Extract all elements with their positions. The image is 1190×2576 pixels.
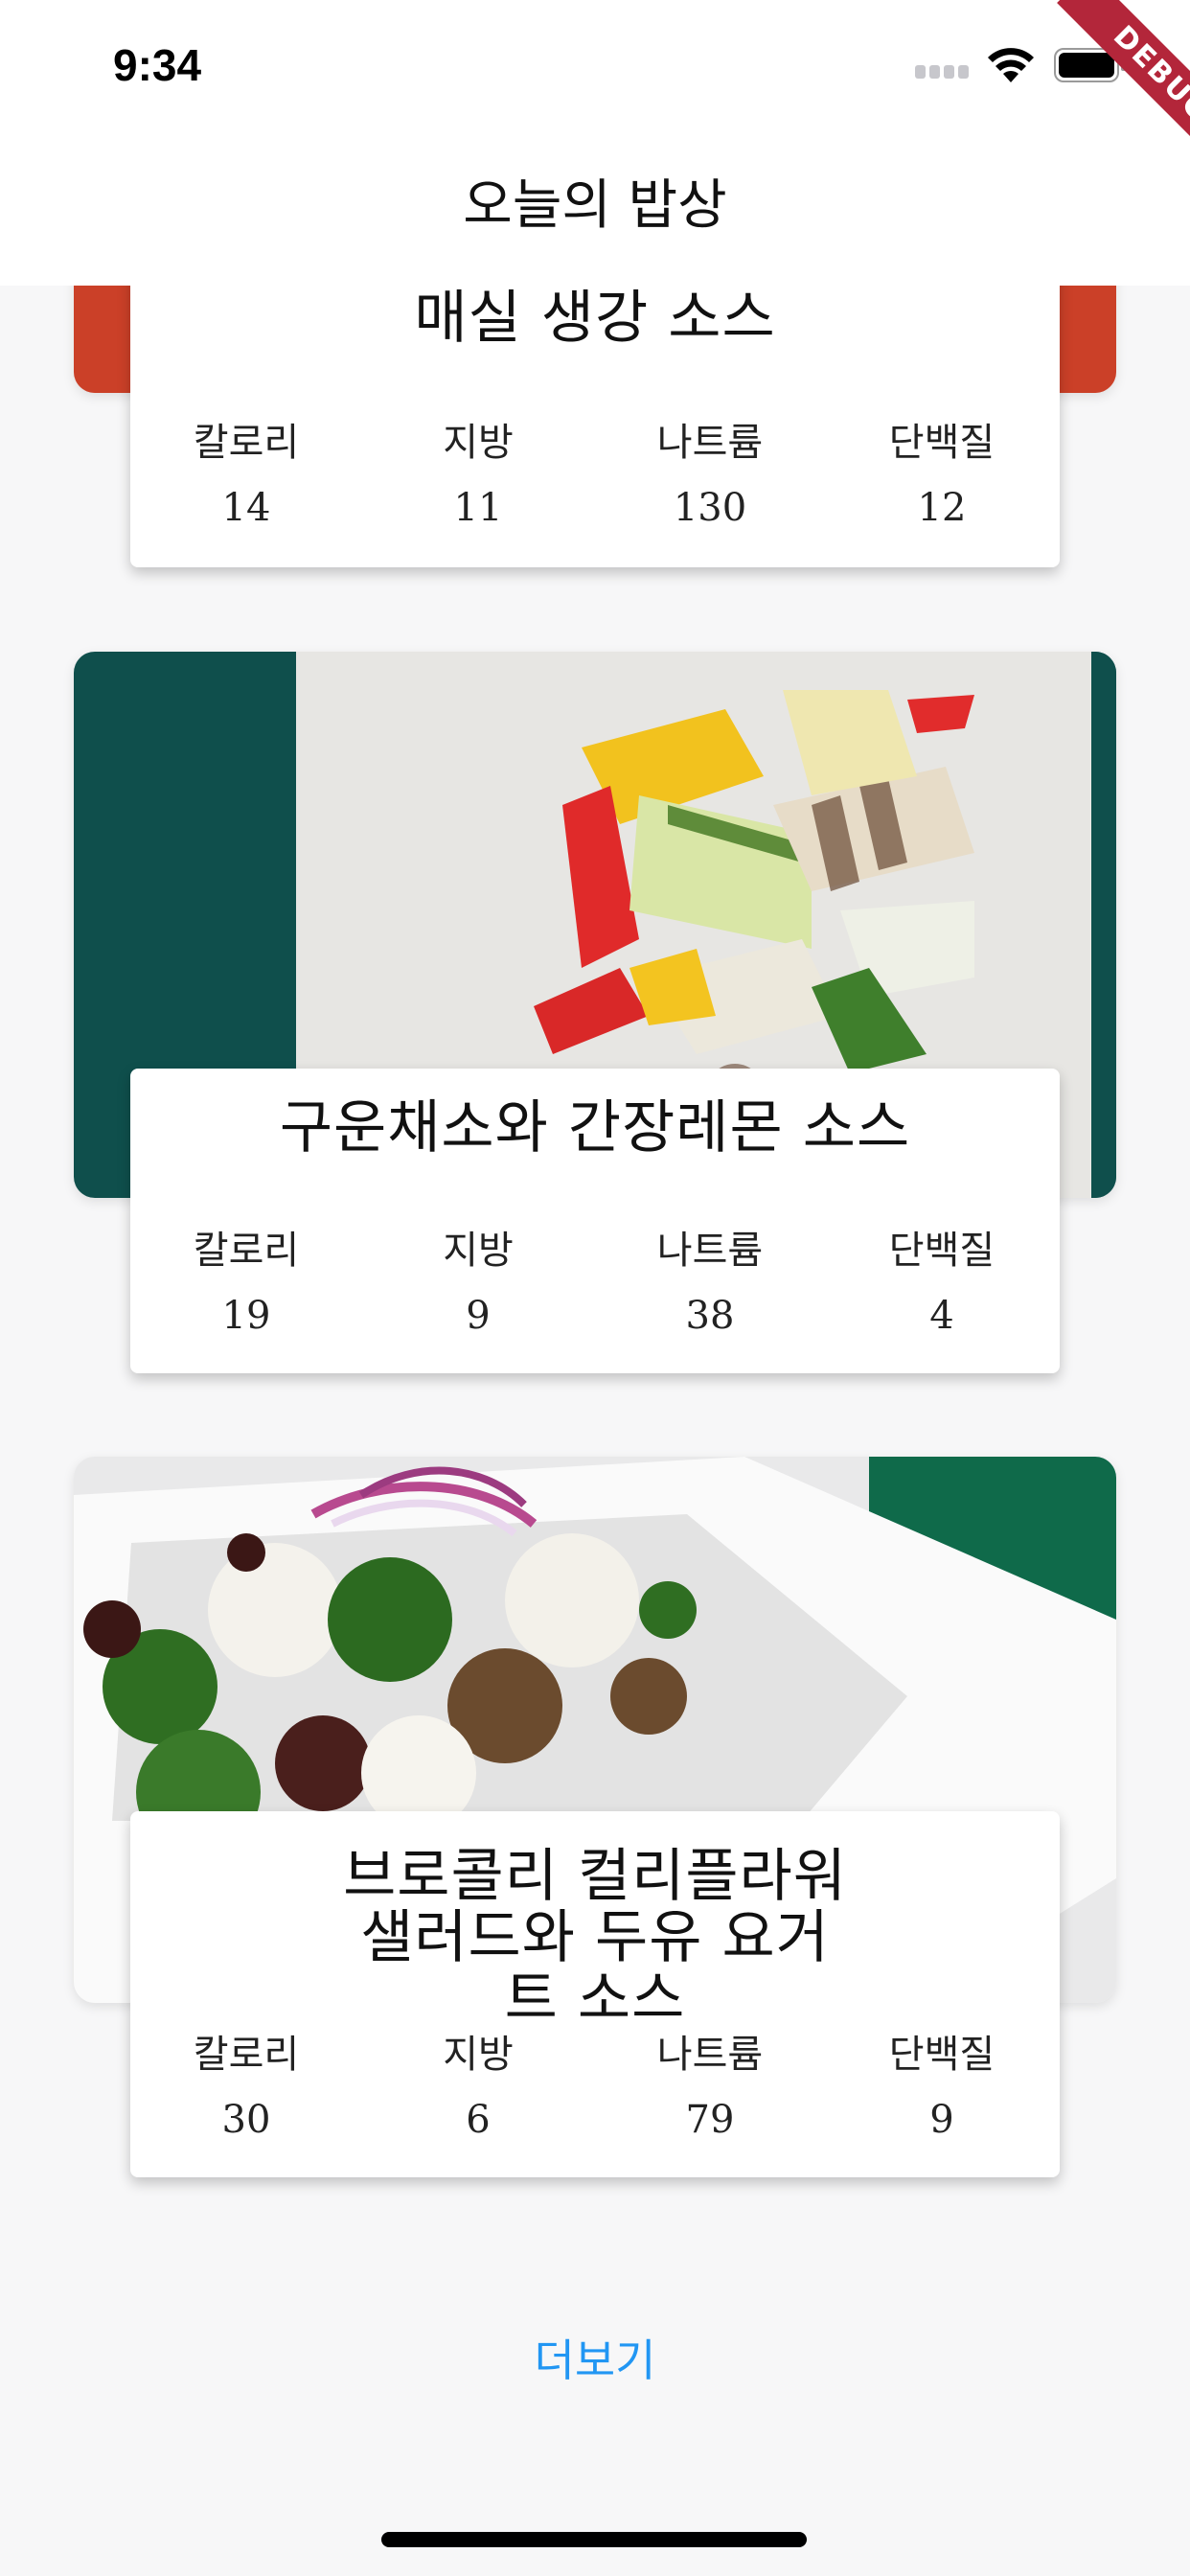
home-indicator[interactable]	[381, 2532, 807, 2547]
recipe-title: 브로콜리 컬리플라워 샐러드와 두유 요거트 소스	[343, 1843, 847, 2033]
more-button[interactable]: 더보기	[499, 2324, 691, 2397]
recipe-list[interactable]: 매실 생강 소스 칼로리 14 지방 11 나트륨 130 단백질 12 구운채…	[0, 0, 1190, 2576]
nutrient-value: 12	[917, 486, 967, 530]
page-title: 오늘의 밥상	[463, 174, 727, 237]
recipe-item[interactable]: 브로콜리 컬리플라워 샐러드와 두유 요거트 소스 칼로리 30 지방 6 나트…	[0, 1457, 1190, 2415]
nutrient-calories: 칼로리 14	[150, 422, 342, 529]
nutrient-fat: 지방 6	[382, 2034, 574, 2141]
nutrient-value: 130	[673, 486, 747, 530]
nutrient-label: 나트륨	[656, 2033, 764, 2077]
nutrient-fat: 지방 9	[382, 1230, 574, 1337]
signal-icon	[915, 65, 969, 79]
nutrient-fat: 지방 11	[382, 422, 574, 529]
nutrient-label: 지방	[443, 1229, 514, 1273]
nutrient-label: 단백질	[888, 1229, 995, 1273]
nutrient-row: 칼로리 19 지방 9 나트륨 38 단백질 4	[130, 1230, 1060, 1345]
nutrient-sodium: 나트륨 130	[614, 422, 806, 529]
nutrient-protein: 단백질 4	[846, 1230, 1038, 1337]
nutrient-label: 나트륨	[656, 421, 764, 465]
nutrient-value: 6	[466, 2098, 491, 2142]
recipe-title: 구운채소와 간장레몬 소스	[279, 1094, 911, 1162]
nutrient-label: 칼로리	[193, 1229, 300, 1273]
nutrient-value: 9	[466, 1294, 491, 1338]
nutrient-label: 나트륨	[656, 1229, 764, 1273]
nutrient-label: 지방	[443, 421, 514, 465]
nutrient-value: 11	[453, 486, 503, 530]
debug-banner-label: DEBUG	[1057, 0, 1190, 172]
nutrient-value: 79	[685, 2098, 735, 2142]
status-time: 9:34	[113, 40, 202, 90]
nutrient-row: 칼로리 30 지방 6 나트륨 79 단백질 9	[130, 2034, 1060, 2149]
nutrient-value: 4	[929, 1294, 954, 1338]
nutrient-calories: 칼로리 19	[150, 1230, 342, 1337]
nutrient-label: 칼로리	[193, 2033, 300, 2077]
nutrient-value: 14	[221, 486, 271, 530]
nutrient-row: 칼로리 14 지방 11 나트륨 130 단백질 12	[130, 422, 1060, 537]
nutrient-protein: 단백질 12	[846, 422, 1038, 529]
nutrient-value: 19	[221, 1294, 271, 1338]
nutrient-value: 38	[685, 1294, 735, 1338]
nutrient-sodium: 나트륨 79	[614, 2034, 806, 2141]
nutrient-label: 단백질	[888, 421, 995, 465]
nutrient-label: 단백질	[888, 2033, 995, 2077]
nutrient-value: 9	[929, 2098, 954, 2142]
recipe-info-card[interactable]: 구운채소와 간장레몬 소스 칼로리 19 지방 9 나트륨 38 단백질 4	[130, 1069, 1060, 1373]
app-bar: 9:34 오늘의 밥상	[0, 0, 1190, 286]
nutrient-value: 30	[221, 2098, 271, 2142]
recipe-info-card[interactable]: 브로콜리 컬리플라워 샐러드와 두유 요거트 소스 칼로리 30 지방 6 나트…	[130, 1811, 1060, 2177]
debug-banner: DEBUG	[1018, 0, 1190, 172]
nutrient-protein: 단백질 9	[846, 2034, 1038, 2141]
nutrient-label: 칼로리	[193, 421, 300, 465]
nutrient-label: 지방	[443, 2033, 514, 2077]
nutrient-sodium: 나트륨 38	[614, 1230, 806, 1337]
nutrient-calories: 칼로리 30	[150, 2034, 342, 2141]
recipe-title: 매실 생강 소스	[414, 285, 776, 352]
